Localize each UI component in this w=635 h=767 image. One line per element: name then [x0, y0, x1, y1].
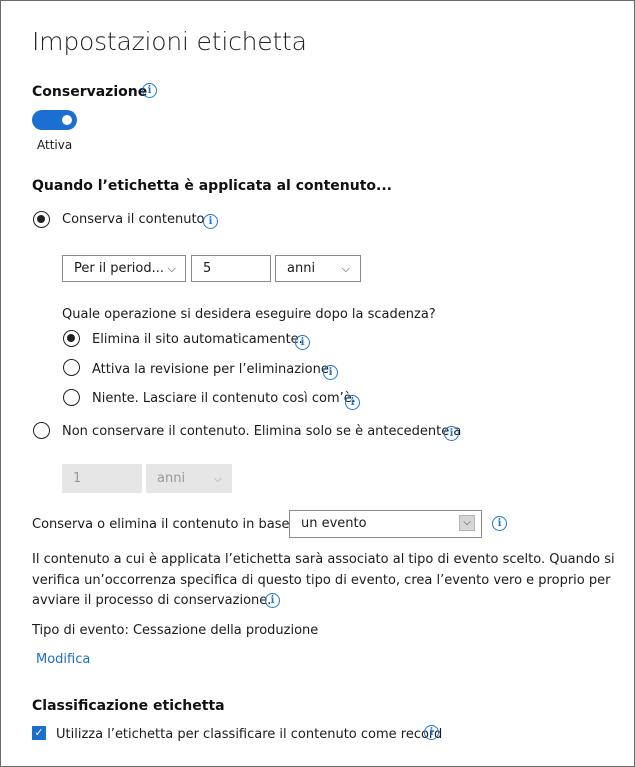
classification-heading: Classificazione etichetta — [32, 698, 225, 714]
retain-content-radio[interactable] — [33, 211, 50, 228]
retention-label: Conservazione — [32, 84, 148, 100]
based-on-value: un evento — [301, 516, 367, 531]
description-line-2: verifica un’occorrenza specifica di ques… — [32, 573, 611, 588]
edit-link[interactable]: Modifica — [36, 652, 90, 667]
after-option-label-0: Elimina il sito automaticamente. — [92, 332, 303, 347]
after-option-radio-1[interactable] — [63, 359, 80, 376]
record-classification-checkbox[interactable]: ✓ — [32, 726, 46, 740]
unit-select[interactable]: anni ⌵ — [275, 255, 361, 282]
retention-toggle[interactable] — [32, 110, 77, 130]
chevron-down-icon: ⌵ — [341, 262, 350, 275]
chevron-down-icon: ⌵ — [459, 515, 475, 531]
period-select-value: Per il period... — [74, 261, 165, 276]
based-on-info-icon[interactable]: i — [492, 516, 507, 531]
dont-retain-unit-select[interactable]: anni ⌵ — [146, 464, 232, 493]
retention-info-icon[interactable]: i — [142, 83, 157, 98]
period-value-input[interactable]: 5 — [191, 255, 271, 282]
description-line-3: avviare il processo di conservazione. — [32, 593, 272, 608]
event-type: Tipo di evento: Cessazione della produzi… — [32, 623, 319, 638]
based-on-select[interactable]: un evento ⌵ — [289, 510, 482, 538]
description-info-icon[interactable]: i — [265, 593, 280, 608]
toggle-knob — [62, 115, 72, 125]
when-applied-heading: Quando l’etichetta è applicata al conten… — [32, 178, 392, 194]
after-option-label-1: Attiva la revisione per l’eliminazione. — [92, 362, 333, 377]
dont-retain-radio[interactable] — [33, 422, 50, 439]
chevron-down-icon: ⌵ — [167, 262, 176, 275]
retain-content-label: Conserva il contenuto — [62, 212, 205, 227]
unit-select-value: anni — [287, 261, 316, 276]
label-settings-panel: Impostazioni etichetta Conservazione i A… — [0, 0, 635, 767]
after-expiry-question: Quale operazione si desidera eseguire do… — [62, 307, 436, 322]
after-option-info-icon-0[interactable]: i — [295, 335, 310, 350]
retention-toggle-state: Attiva — [37, 138, 73, 152]
after-option-radio-2[interactable] — [63, 389, 80, 406]
description-line-1: Il contenuto a cui è applicata l’etichet… — [32, 552, 615, 567]
retain-content-info-icon[interactable]: i — [203, 214, 218, 229]
dont-retain-unit-value: anni — [157, 471, 186, 486]
after-option-radio-0[interactable] — [63, 330, 80, 347]
dont-retain-info-icon[interactable]: i — [444, 426, 459, 441]
dont-retain-value-text: 1 — [73, 471, 82, 486]
classification-info-icon[interactable]: i — [424, 725, 439, 740]
after-option-info-icon-2[interactable]: i — [345, 395, 360, 410]
dont-retain-value-input[interactable]: 1 — [62, 464, 142, 493]
after-option-info-icon-1[interactable]: i — [323, 365, 338, 380]
record-classification-label: Utilizza l’etichetta per classificare il… — [56, 727, 443, 742]
after-option-label-2: Niente. Lasciare il contenuto così com’è… — [92, 391, 356, 406]
period-select[interactable]: Per il period... ⌵ — [62, 255, 186, 282]
page-title: Impostazioni etichetta — [32, 27, 307, 56]
period-value-text: 5 — [203, 261, 212, 276]
based-on-label: Conserva o elimina il contenuto in base … — [32, 517, 302, 532]
dont-retain-label: Non conservare il contenuto. Elimina sol… — [62, 424, 462, 439]
chevron-down-icon: ⌵ — [213, 472, 222, 485]
